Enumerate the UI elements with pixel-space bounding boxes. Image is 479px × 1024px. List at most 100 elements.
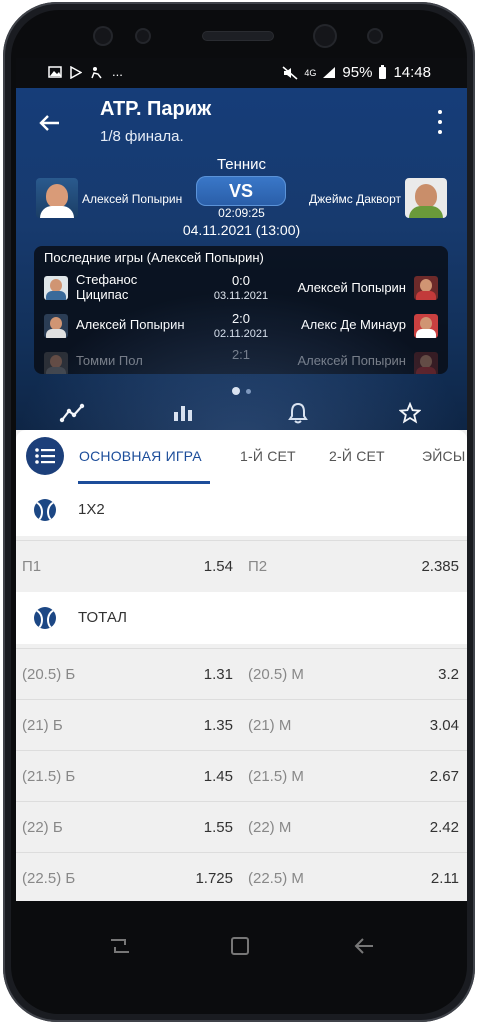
odds-row: (21.5) Б 1.45 (21.5) М 2.67 [16, 750, 467, 801]
odds-label: П1 [22, 558, 42, 575]
odds-label: (22.5) М [248, 870, 304, 887]
tennis-ball-icon [34, 499, 56, 521]
odds-cell-over[interactable]: (21) Б 1.35 [16, 700, 241, 750]
tennis-ball-icon [34, 607, 56, 629]
mute-icon [282, 65, 298, 80]
tab-aces[interactable]: ЭЙСЫ [422, 448, 465, 464]
odds-cell-over[interactable]: (20.5) Б 1.31 [16, 649, 241, 699]
player2-name[interactable]: Джеймс Дакворт [309, 192, 401, 206]
home-icon[interactable] [222, 928, 258, 964]
odds-label: (20.5) М [248, 666, 304, 683]
signal-icon [323, 67, 336, 78]
odds-value: 2.67 [429, 768, 459, 785]
odds-value: 1.35 [203, 717, 233, 734]
tab-set-1[interactable]: 1-Й СЕТ [240, 448, 296, 464]
odds-cell-under[interactable]: (22.5) М 2.11 [242, 853, 467, 901]
market-title: ТОТАЛ [78, 609, 127, 626]
sport-label: Теннис [216, 156, 267, 173]
odds-label: (22) Б [22, 819, 63, 836]
market-list-icon[interactable] [26, 437, 64, 475]
image-icon [48, 66, 62, 78]
odds-value: 1.45 [203, 768, 233, 785]
odds-value: 2.11 [430, 870, 459, 887]
action-icon-bar [16, 396, 467, 430]
odds-label: (21.5) М [248, 768, 304, 785]
odds-value: 1.55 [203, 819, 233, 836]
odds-value: 2.42 [429, 819, 459, 836]
odds-cell-under[interactable]: (22) М 2.42 [242, 802, 467, 852]
more-dots-icon: ... [112, 64, 123, 79]
player1-name[interactable]: Алексей Попырин [82, 192, 182, 206]
odds-value: 1.31 [203, 666, 233, 683]
tab-main-game[interactable]: ОСНОВНАЯ ИГРА [79, 448, 202, 464]
play-store-icon [70, 65, 82, 79]
system-nav-bar [16, 904, 467, 984]
trend-icon[interactable] [52, 396, 92, 430]
odds-label: (22.5) Б [22, 870, 76, 887]
recent-game-player-right: Алекс Де Минаур [300, 317, 406, 332]
recent-games-title: Последние игры (Алексей Попырин) [44, 250, 264, 265]
round-subtitle: 1/8 финала. [100, 128, 184, 145]
back-arrow-icon[interactable] [34, 108, 64, 138]
stats-bar-icon[interactable] [163, 396, 203, 430]
opponent-avatar [414, 314, 438, 338]
battery-icon [379, 65, 387, 79]
recent-game-row[interactable]: Томми Пол 2:1 Алексей Попырин [34, 344, 448, 374]
vs-badge: VS [196, 176, 286, 206]
odds-value: 3.04 [429, 717, 459, 734]
odds-label: (21.5) Б [22, 768, 76, 785]
status-time: 14:48 [393, 64, 431, 81]
odds-label: П2 [248, 558, 268, 575]
player-avatar [414, 352, 438, 374]
star-icon[interactable] [390, 396, 430, 430]
odds-cell-over[interactable]: (21.5) Б 1.45 [16, 751, 241, 801]
odds-label: (20.5) Б [22, 666, 76, 683]
market-header-total[interactable]: ТОТАЛ [16, 592, 467, 644]
bell-icon[interactable] [278, 396, 318, 430]
odds-cell-under[interactable]: (21) М 3.04 [242, 700, 467, 750]
odds-cell-p2[interactable]: П2 2.385 [242, 541, 467, 591]
light-sensor [369, 30, 381, 42]
odds-cell-under[interactable]: (21.5) М 2.67 [242, 751, 467, 801]
odds-cell-p1[interactable]: П1 1.54 [16, 541, 241, 591]
odds-value: 1.54 [203, 558, 233, 575]
market-header-1x2[interactable]: 1X2 [16, 484, 467, 536]
odds-value: 1.725 [195, 870, 233, 887]
odds-row: (20.5) Б 1.31 (20.5) М 3.2 [16, 648, 467, 699]
odds-label: (22) М [248, 819, 292, 836]
recent-game-row[interactable]: Алексей Попырин 2:0 02.11.2021 Алекс Де … [34, 306, 448, 344]
odds-value: 3.2 [438, 666, 459, 683]
iris-camera [315, 26, 335, 46]
match-countdown: 02:09:25 [218, 206, 265, 220]
back-icon[interactable] [346, 928, 382, 964]
earpiece-speaker [203, 32, 273, 40]
carousel-dot-active[interactable] [232, 387, 240, 395]
player-avatar [414, 276, 438, 300]
odds-value: 2.385 [421, 558, 459, 575]
market-title: 1X2 [78, 501, 105, 518]
front-camera [95, 28, 111, 44]
odds-cell-under[interactable]: (20.5) М 3.2 [242, 649, 467, 699]
odds-cell-over[interactable]: (22) Б 1.55 [16, 802, 241, 852]
status-bar: ... 4G 95% 14:48 [16, 58, 467, 88]
odds-label: (21) М [248, 717, 292, 734]
odds-row: (22) Б 1.55 (22) М 2.42 [16, 801, 467, 852]
match-header: ATP. Париж 1/8 финала. Теннис Алексей По… [16, 88, 467, 430]
match-date: 04.11.2021 (13:00) [182, 222, 301, 238]
recent-game-player-right: Алексей Попырин [297, 280, 406, 295]
proximity-sensor [137, 30, 149, 42]
more-vert-icon[interactable] [431, 110, 449, 134]
app-screen: ... 4G 95% 14:48 ATP. Париж 1/8 финала. … [16, 58, 467, 901]
battery-percent: 95% [342, 64, 373, 81]
carousel-dot[interactable] [246, 389, 251, 394]
odds-label: (21) Б [22, 717, 63, 734]
network-type-label: 4G [304, 67, 317, 78]
recent-game-row[interactable]: Стефанос Циципас 0:0 03.11.2021 Алексей … [34, 268, 448, 306]
odds-row: (21) Б 1.35 (21) М 3.04 [16, 699, 467, 750]
recent-game-player-right: Алексей Попырин [297, 353, 406, 368]
odds-row: (22.5) Б 1.725 (22.5) М 2.11 [16, 852, 467, 901]
tab-set-2[interactable]: 2-Й СЕТ [329, 448, 385, 464]
recent-games-card[interactable]: Последние игры (Алексей Попырин) Стефано… [34, 246, 448, 374]
odds-cell-over[interactable]: (22.5) Б 1.725 [16, 853, 241, 901]
recents-icon[interactable] [102, 928, 138, 964]
